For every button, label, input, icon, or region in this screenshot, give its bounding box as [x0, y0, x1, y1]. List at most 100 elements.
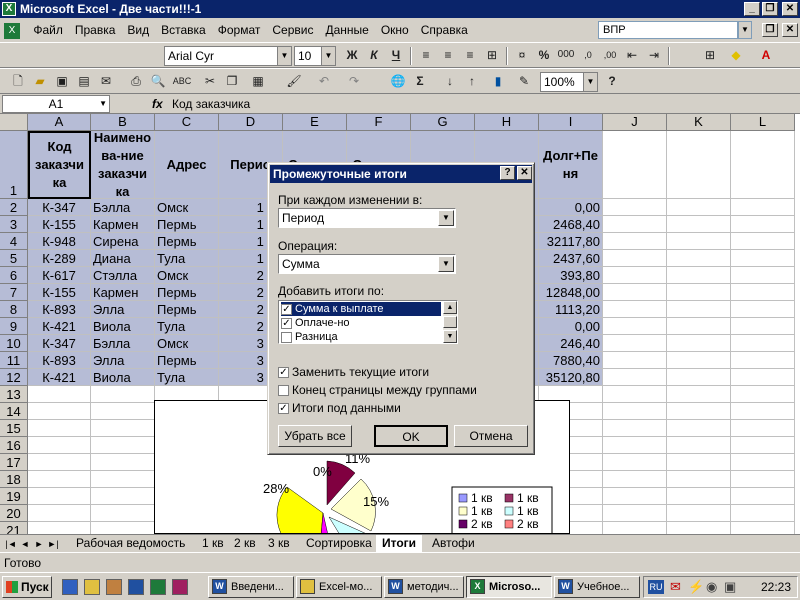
bold-icon[interactable]: Ж [342, 46, 362, 64]
cell-c-8[interactable]: Пермь [155, 301, 219, 318]
grid-cell[interactable] [667, 250, 731, 267]
autosum-icon[interactable]: Σ [410, 72, 430, 90]
list-item[interactable]: ✓ Оплаче-но [281, 316, 441, 330]
redo-icon[interactable]: ↷ [344, 72, 364, 90]
grid-cell[interactable] [667, 454, 731, 471]
grid-cell[interactable] [91, 488, 155, 505]
row-header-8[interactable]: 8 [0, 301, 28, 318]
grid-cell[interactable] [28, 437, 91, 454]
currency-icon[interactable]: ¤ [512, 46, 532, 64]
tray-mail-icon[interactable]: ✉ [670, 579, 681, 595]
cell-c-10[interactable]: Омск [155, 335, 219, 352]
grid-cell[interactable] [667, 335, 731, 352]
grid-cell[interactable] [603, 369, 667, 386]
cut-icon[interactable]: ✂ [200, 72, 220, 90]
grid-cell[interactable] [667, 318, 731, 335]
formula-value[interactable]: Код заказчика [172, 95, 250, 113]
chart-wizard-icon[interactable]: ▮ [488, 72, 508, 90]
cell-c-9[interactable]: Тула [155, 318, 219, 335]
percent-icon[interactable]: % [534, 46, 554, 64]
cell-b-5[interactable]: Диана [91, 250, 155, 267]
row-header-1[interactable]: 1 [0, 131, 28, 199]
save-icon[interactable]: ▣ [52, 72, 72, 90]
checkbox-unchecked-icon[interactable] [281, 331, 292, 343]
row-header-16[interactable]: 16 [0, 437, 28, 454]
grid-cell[interactable] [603, 199, 667, 216]
hyperlink-icon[interactable]: 🌐 [388, 72, 408, 90]
print-preview-icon[interactable]: 🔍 [148, 72, 168, 90]
grid-cell[interactable] [91, 437, 155, 454]
replace-totals-checkbox[interactable]: ✓ Заменить текущие итоги [278, 365, 429, 379]
task-button-3[interactable]: Wметодич... [384, 576, 464, 598]
doc-restore-button[interactable]: ❐ [762, 23, 778, 37]
menu-file[interactable]: Файл [27, 18, 69, 42]
excel-icon[interactable] [150, 579, 166, 595]
scroll-thumb[interactable] [443, 316, 457, 328]
grid-cell[interactable] [731, 250, 795, 267]
tray-alert-icon[interactable]: ⚡ [688, 579, 704, 595]
font-color-icon[interactable]: A [756, 46, 776, 64]
format-painter-icon[interactable]: 🖌 [284, 72, 304, 90]
cell-c-2[interactable]: Омск [155, 199, 219, 216]
task-button-2[interactable]: Excel-мо... [296, 576, 382, 598]
row-header-15[interactable]: 15 [0, 420, 28, 437]
grid-cell[interactable] [28, 471, 91, 488]
cell-c-7[interactable]: Пермь [155, 284, 219, 301]
cell-c-5[interactable]: Тула [155, 250, 219, 267]
grid-cell[interactable] [603, 318, 667, 335]
chevron-down-icon[interactable]: ▼ [438, 210, 454, 226]
align-left-icon[interactable]: ≡ [416, 46, 436, 64]
cell-b-7[interactable]: Кармен [91, 284, 155, 301]
cell-b-12[interactable]: Виола [91, 369, 155, 386]
email-icon[interactable]: ✉ [96, 72, 116, 90]
cell-b-11[interactable]: Элла [91, 352, 155, 369]
grid-cell[interactable] [603, 233, 667, 250]
italic-icon[interactable]: К [364, 46, 384, 64]
cell-a-9[interactable]: К-421 [28, 318, 91, 335]
editor-icon[interactable] [106, 579, 122, 595]
grid-cell[interactable] [603, 454, 667, 471]
cell-c-3[interactable]: Пермь [155, 216, 219, 233]
cell-b-9[interactable]: Виола [91, 318, 155, 335]
cell-c-4[interactable]: Пермь [155, 233, 219, 250]
font-combo[interactable]: Arial Cyr ▼ [164, 46, 292, 66]
grid-cell[interactable] [603, 250, 667, 267]
cell-a-2[interactable]: К-347 [28, 199, 91, 216]
tab-work-sheet[interactable]: Рабочая ведомость [70, 535, 192, 552]
cell-i-2[interactable]: 0,00 [539, 199, 603, 216]
undo-icon[interactable]: ↶ [314, 72, 334, 90]
grid-cell[interactable] [667, 131, 731, 199]
grid-cell[interactable] [28, 403, 91, 420]
cell-a-6[interactable]: К-617 [28, 267, 91, 284]
grid-cell[interactable] [603, 386, 667, 403]
menu-help[interactable]: Справка [415, 18, 474, 42]
column-header-k[interactable]: K [667, 114, 731, 131]
sort-desc-icon[interactable]: ↑ [462, 72, 482, 90]
page-break-checkbox[interactable]: Конец страницы между группами [278, 383, 477, 397]
grid-cell[interactable] [28, 522, 91, 534]
grid-cell[interactable] [731, 318, 795, 335]
spelling-icon[interactable]: ABC [172, 72, 192, 90]
folder-icon[interactable] [84, 579, 100, 595]
cell-c-12[interactable]: Тула [155, 369, 219, 386]
column-header-f[interactable]: F [347, 114, 411, 131]
cell-c-6[interactable]: Омск [155, 267, 219, 284]
grid-cell[interactable] [91, 522, 155, 534]
ok-button[interactable]: OK [374, 425, 448, 447]
grid-cell[interactable] [603, 505, 667, 522]
row-header-10[interactable]: 10 [0, 335, 28, 352]
tab-q3[interactable]: 3 кв [262, 535, 296, 552]
grid-cell[interactable] [731, 301, 795, 318]
cell-a-10[interactable]: К-347 [28, 335, 91, 352]
column-header-g[interactable]: G [411, 114, 475, 131]
sort-asc-icon[interactable]: ↓ [440, 72, 460, 90]
grid-cell[interactable] [667, 522, 731, 534]
column-header-b[interactable]: B [91, 114, 155, 131]
grid-cell[interactable] [91, 420, 155, 437]
maximize-button[interactable]: ❐ [762, 2, 778, 16]
row-header-19[interactable]: 19 [0, 488, 28, 505]
zoom-combo[interactable]: 100% ▼ [540, 72, 598, 92]
chevron-down-icon[interactable]: ▼ [99, 96, 107, 112]
help-icon[interactable]: ? [602, 72, 622, 90]
grid-cell[interactable] [731, 199, 795, 216]
